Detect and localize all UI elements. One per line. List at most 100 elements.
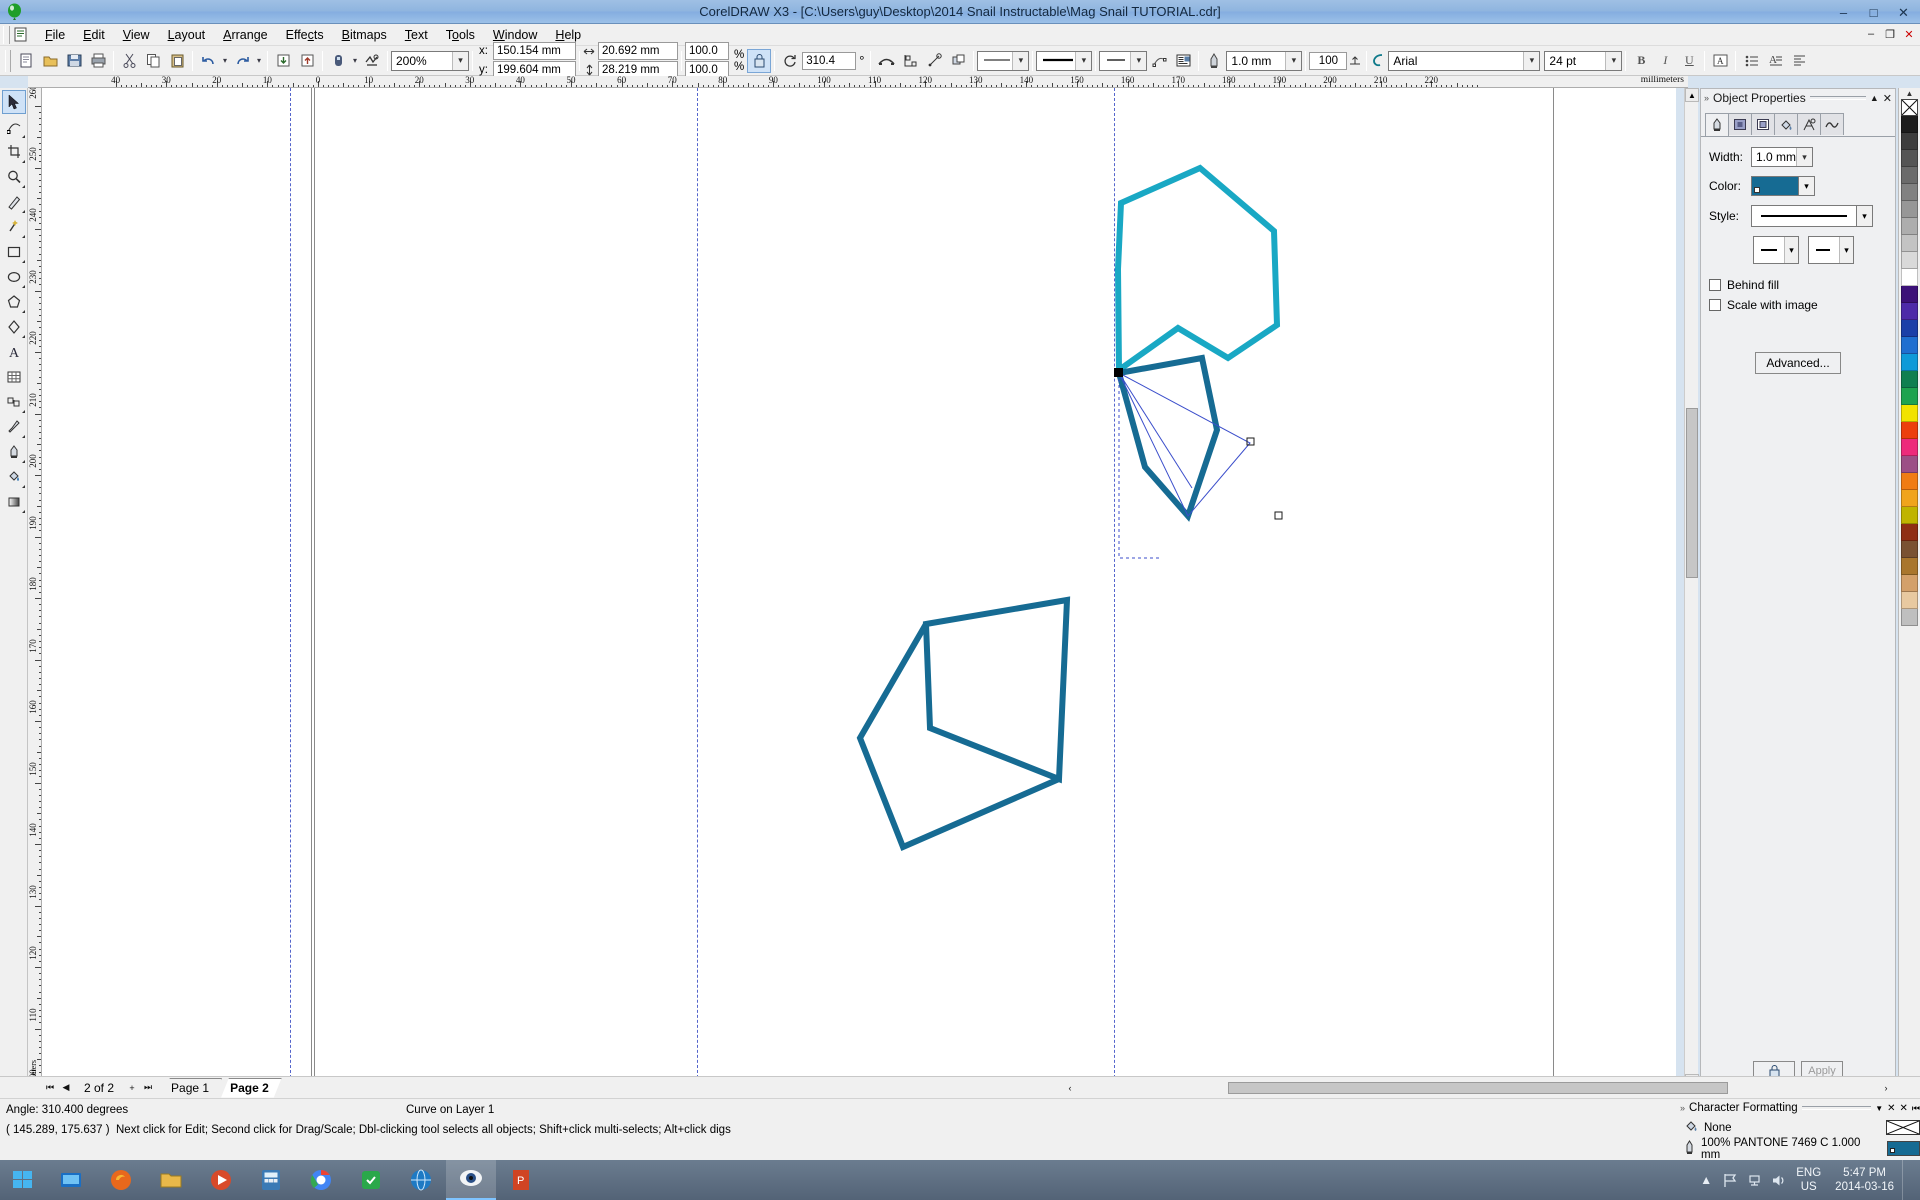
detail-tab[interactable] (1751, 113, 1775, 135)
menu-item-arrange[interactable]: Arrange (214, 26, 276, 44)
outline-status-row[interactable]: 100% PANTONE 7469 C 1.000 mm (1680, 1137, 1920, 1161)
palette-color-swatch[interactable] (1901, 218, 1918, 235)
document-icon[interactable] (12, 26, 30, 44)
lock-ratio-icon[interactable] (747, 48, 772, 73)
flyout-arrow-icon[interactable] (21, 285, 25, 288)
flyout-arrow-icon[interactable] (21, 210, 25, 213)
network-icon[interactable] (1742, 1160, 1766, 1200)
palette-color-swatch[interactable] (1901, 405, 1918, 422)
chevron-down-icon[interactable]: ▾ (1839, 237, 1853, 263)
freehand-tool[interactable] (2, 190, 26, 214)
language-indicator[interactable]: ENG US (1790, 1166, 1827, 1194)
flyout-arrow-icon[interactable] (21, 485, 25, 488)
general-tab[interactable] (1728, 113, 1752, 135)
taskbar-powerpoint[interactable]: P (496, 1160, 546, 1200)
hscroll-left-button[interactable]: ‹ (1062, 1079, 1078, 1097)
miter-limit-icon[interactable] (1347, 49, 1363, 73)
interactive-fill-tool[interactable] (2, 490, 26, 514)
menu-item-edit[interactable]: Edit (74, 26, 114, 44)
paste-icon[interactable] (165, 49, 189, 73)
outline-pen-icon[interactable] (1202, 49, 1226, 73)
palette-color-swatch[interactable] (1901, 422, 1918, 439)
chevron-down-icon[interactable]: ▾ (1130, 51, 1147, 70)
eyedropper-tool[interactable] (2, 415, 26, 439)
application-launcher-dropdown-icon[interactable]: ▾ (350, 49, 360, 73)
color-palette[interactable]: ▲ (1898, 88, 1920, 1088)
maximize-button[interactable]: □ (1859, 2, 1888, 22)
scale-with-image-checkbox[interactable] (1709, 299, 1721, 311)
mirror-horizontal-icon[interactable] (874, 49, 898, 73)
zoom-tool[interactable] (2, 165, 26, 189)
outline-color-picker[interactable]: ▾ (1751, 176, 1815, 196)
print-icon[interactable] (86, 49, 110, 73)
flyout-arrow-icon[interactable] (21, 460, 25, 463)
palette-color-swatch[interactable] (1901, 439, 1918, 456)
prev-page-button[interactable]: ◀ (58, 1079, 74, 1097)
palette-color-swatch[interactable] (1901, 541, 1918, 558)
dock-pin-icon[interactable]: ⏮ (1912, 1103, 1920, 1114)
show-hidden-icons[interactable]: ▲ (1694, 1160, 1718, 1200)
taskbar-clock[interactable]: 5:47 PM 2014-03-16 (1827, 1166, 1902, 1194)
palette-color-swatch[interactable] (1901, 286, 1918, 303)
doc-restore-button[interactable]: ❐ (1881, 25, 1899, 43)
x-position-field[interactable]: 150.154 mm (492, 42, 576, 60)
shape-tool[interactable] (2, 115, 26, 139)
flyout-arrow-icon[interactable] (21, 510, 25, 513)
arrow-end-selector[interactable]: ▾ (1808, 236, 1854, 264)
flyout-arrow-icon[interactable] (21, 235, 25, 238)
to-front-icon[interactable] (922, 49, 946, 73)
outline-count-field[interactable]: 100 (1309, 51, 1348, 70)
redo-icon[interactable] (230, 49, 254, 73)
palette-color-swatch[interactable] (1901, 337, 1918, 354)
interactive-blend-tool[interactable] (2, 390, 26, 414)
collapse-icon[interactable]: ▼ (1875, 1104, 1883, 1113)
minimize-button[interactable]: – (1829, 2, 1858, 22)
mirror-vertical-icon[interactable] (898, 49, 922, 73)
cut-icon[interactable] (117, 49, 141, 73)
undo-dropdown-icon[interactable]: ▾ (220, 49, 230, 73)
import-icon[interactable] (271, 49, 295, 73)
volume-icon[interactable] (1766, 1160, 1790, 1200)
palette-color-swatch[interactable] (1901, 575, 1918, 592)
outline-style-combo[interactable]: ▾ (977, 50, 1030, 71)
taskbar-app-green[interactable] (346, 1160, 396, 1200)
palette-color-swatch[interactable] (1901, 167, 1918, 184)
char-format-grip-icon[interactable]: » (1680, 1103, 1685, 1113)
palette-scroll-up-icon[interactable]: ▲ (1902, 88, 1918, 99)
undo-icon[interactable] (196, 49, 220, 73)
font-size-combo[interactable]: 24 pt ▾ (1544, 50, 1623, 71)
chevron-down-icon[interactable]: ▾ (1605, 51, 1622, 70)
basic-shapes-tool[interactable] (2, 315, 26, 339)
text-align-icon[interactable] (1787, 49, 1811, 73)
palette-color-swatch[interactable] (1901, 371, 1918, 388)
canvas-horizontal-scrollbar[interactable] (1078, 1080, 1878, 1095)
flyout-arrow-icon[interactable] (21, 310, 25, 313)
palette-color-swatch[interactable] (1901, 592, 1918, 609)
rotation-angle-field[interactable]: 310.4 (802, 51, 857, 70)
advanced-button[interactable]: Advanced... (1755, 352, 1841, 374)
flyout-arrow-icon[interactable] (21, 435, 25, 438)
taskbar-coreldraw[interactable] (446, 1160, 496, 1200)
horizontal-scroll-thumb[interactable] (1228, 1081, 1728, 1094)
rectangle-tool[interactable] (2, 240, 26, 264)
fill-tool[interactable] (2, 465, 26, 489)
flyout-arrow-icon[interactable] (21, 135, 25, 138)
bullet-list-icon[interactable] (1739, 49, 1763, 73)
table-tool[interactable] (2, 365, 26, 389)
to-back-icon[interactable] (946, 49, 970, 73)
pick-tool[interactable] (1, 90, 26, 114)
horizontal-ruler[interactable]: millimeters 40 30 20 10 0 10 20 30 40 50 60 70 80 90 1… (28, 76, 1688, 88)
outline-width-style-combo[interactable]: ▾ (1036, 50, 1093, 71)
bold-button[interactable]: B (1629, 49, 1653, 73)
outline-tab[interactable] (1705, 113, 1729, 136)
hscroll-right-button[interactable]: › (1878, 1079, 1894, 1097)
chevron-down-icon[interactable]: ▾ (1012, 51, 1029, 70)
save-icon[interactable] (62, 49, 86, 73)
taskbar-explorer[interactable] (46, 1160, 96, 1200)
palette-color-swatch[interactable] (1901, 320, 1918, 337)
menu-item-window[interactable]: Window (484, 26, 546, 44)
chevron-down-icon[interactable]: ▾ (1857, 205, 1873, 227)
copy-icon[interactable] (141, 49, 165, 73)
menu-item-tools[interactable]: Tools (437, 26, 484, 44)
drop-cap-icon[interactable]: A (1763, 49, 1787, 73)
